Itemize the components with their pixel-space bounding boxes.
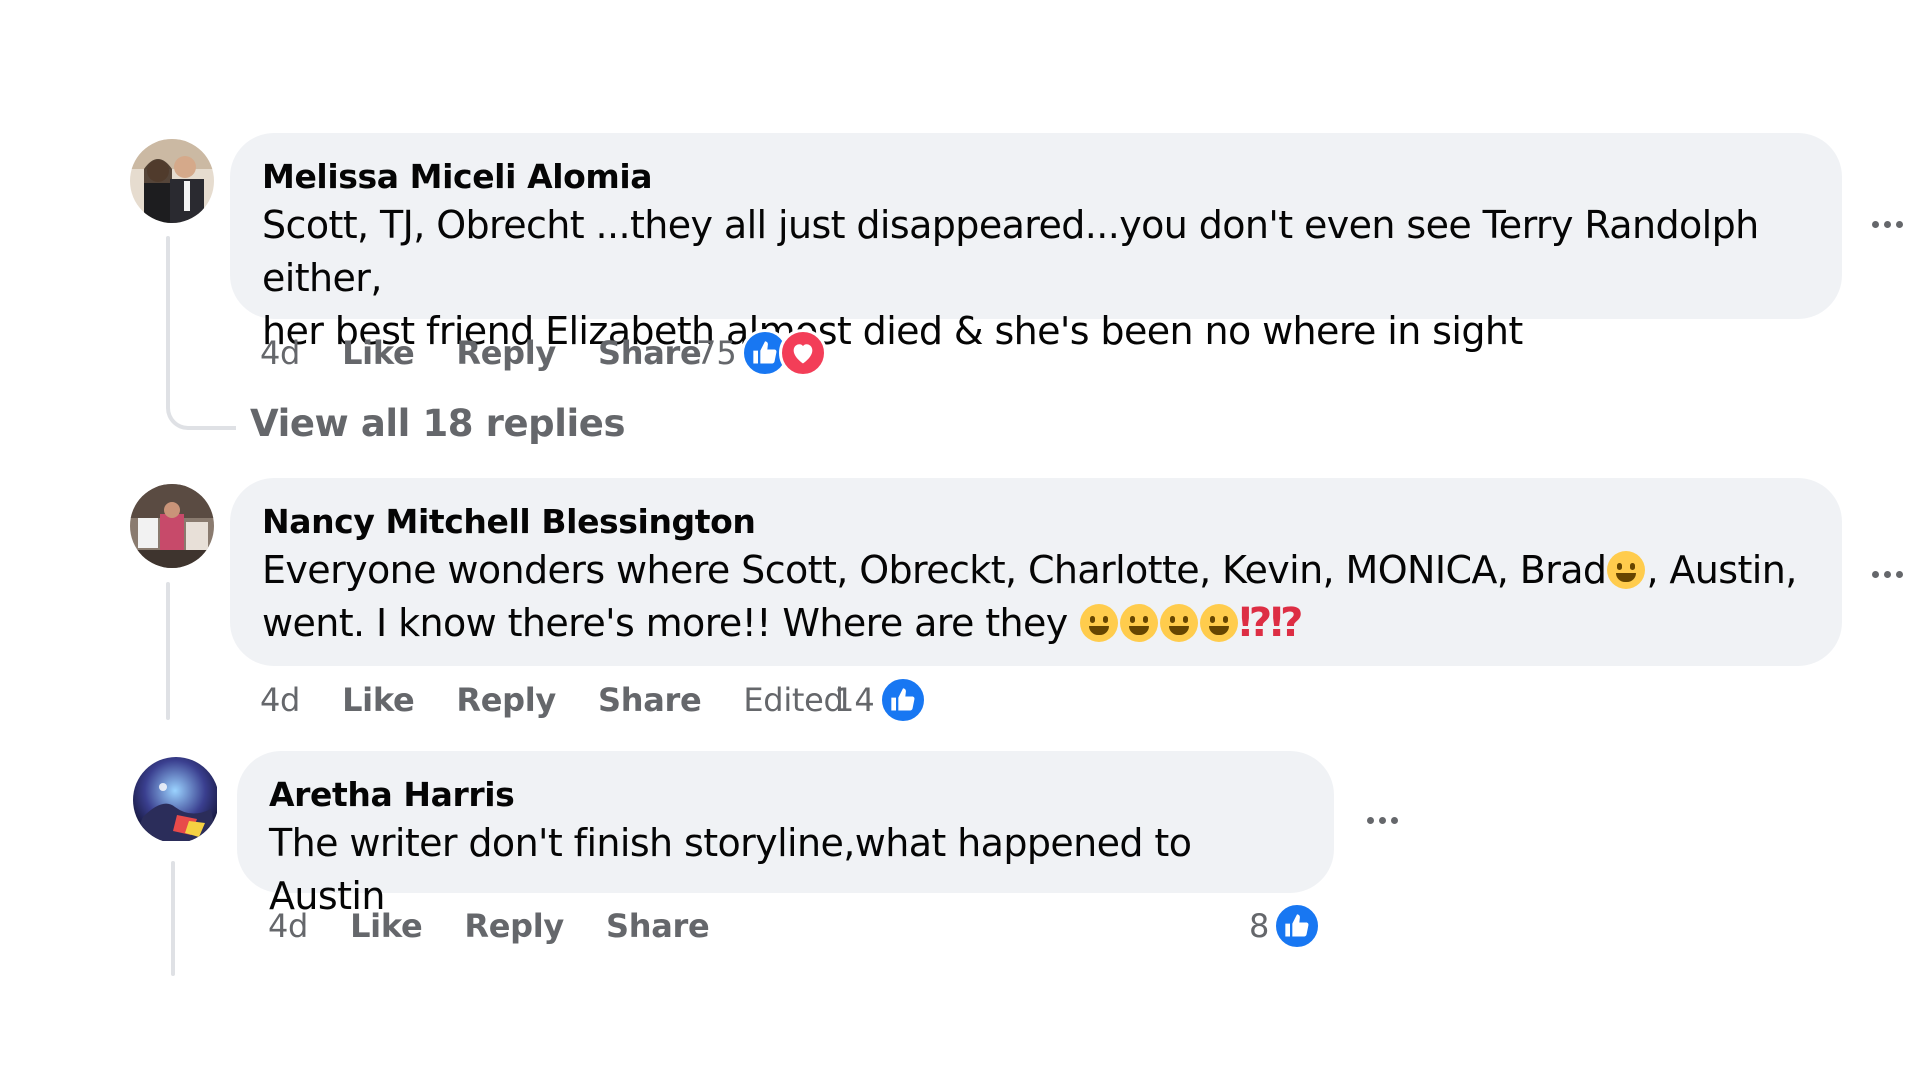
like-button[interactable]: Like bbox=[342, 334, 415, 372]
more-options-icon[interactable] bbox=[1872, 221, 1903, 228]
grimacing-emoji-icon bbox=[1160, 604, 1199, 642]
timestamp[interactable]: 4d bbox=[260, 681, 300, 719]
timestamp[interactable]: 4d bbox=[260, 334, 300, 372]
comment-text-segment: Everyone wonders where Scott, Obreckt, C… bbox=[262, 548, 1607, 592]
avatar[interactable] bbox=[133, 757, 219, 843]
avatar-photo bbox=[130, 139, 214, 223]
comment-bubble: Melissa Miceli Alomia Scott, TJ, Obrecht… bbox=[230, 133, 1842, 353]
thread-line bbox=[166, 582, 170, 720]
comment-author[interactable]: Melissa Miceli Alomia bbox=[262, 155, 1810, 199]
share-button[interactable]: Share bbox=[606, 907, 710, 945]
avatar-photo bbox=[133, 757, 217, 841]
comment-bubble: Nancy Mitchell Blessington Everyone wond… bbox=[230, 478, 1842, 666]
comment-actions: 4d Like Reply Share Edited bbox=[260, 675, 886, 725]
reply-button[interactable]: Reply bbox=[456, 334, 556, 372]
love-icon bbox=[778, 329, 827, 377]
thread-line bbox=[166, 236, 170, 401]
reaction-summary[interactable]: 14 bbox=[834, 675, 927, 725]
reply-button[interactable]: Reply bbox=[464, 907, 564, 945]
grinning-emoji-icon bbox=[1607, 551, 1646, 589]
thinking-emoji-icon bbox=[1120, 604, 1159, 642]
interrobang-emoji-icon: ⁉⁉ bbox=[1239, 600, 1303, 646]
comment-text-line: Scott, TJ, Obrecht ...they all just disa… bbox=[262, 203, 1759, 300]
like-button[interactable]: Like bbox=[342, 681, 415, 719]
avatar-photo bbox=[130, 484, 214, 568]
like-icon bbox=[878, 676, 927, 724]
more-options-icon[interactable] bbox=[1872, 571, 1903, 578]
avatar[interactable] bbox=[130, 139, 214, 223]
comment-text-line: Everyone wonders where Scott, Obreckt, C… bbox=[262, 544, 1810, 597]
reaction-count: 14 bbox=[834, 681, 875, 719]
comment-author[interactable]: Aretha Harris bbox=[269, 773, 1302, 817]
comment-text-segment: went. I know there's more!! Where are th… bbox=[262, 601, 1068, 645]
thread-line bbox=[171, 861, 175, 976]
comment-text-line: went. I know there's more!! Where are th… bbox=[262, 597, 1810, 650]
thread-connector bbox=[166, 380, 236, 430]
comment-bubble: Aretha Harris The writer don't finish st… bbox=[237, 751, 1334, 918]
comment-author[interactable]: Nancy Mitchell Blessington bbox=[262, 500, 1810, 544]
reply-button[interactable]: Reply bbox=[456, 681, 556, 719]
reaction-count: 8 bbox=[1249, 907, 1270, 945]
more-options-icon[interactable] bbox=[1367, 817, 1398, 824]
sweat-smile-emoji-icon bbox=[1200, 604, 1239, 642]
avatar[interactable] bbox=[130, 484, 214, 568]
comment-actions: 4d Like Reply Share bbox=[260, 328, 743, 378]
edited-label[interactable]: Edited bbox=[743, 681, 843, 719]
reaction-summary[interactable]: 8 bbox=[1249, 901, 1322, 951]
comment-actions: 4d Like Reply Share bbox=[268, 901, 751, 951]
reaction-count: 75 bbox=[696, 334, 737, 372]
share-button[interactable]: Share bbox=[598, 681, 702, 719]
timestamp[interactable]: 4d bbox=[268, 907, 308, 945]
view-replies-link[interactable]: View all 18 replies bbox=[250, 402, 626, 445]
comment-text-segment: , Austin, bbox=[1646, 548, 1797, 592]
rolling-eyes-emoji-icon bbox=[1080, 604, 1119, 642]
reaction-summary[interactable]: 75 bbox=[696, 328, 827, 378]
like-button[interactable]: Like bbox=[350, 907, 423, 945]
share-button[interactable]: Share bbox=[598, 334, 702, 372]
like-icon bbox=[1273, 902, 1322, 950]
